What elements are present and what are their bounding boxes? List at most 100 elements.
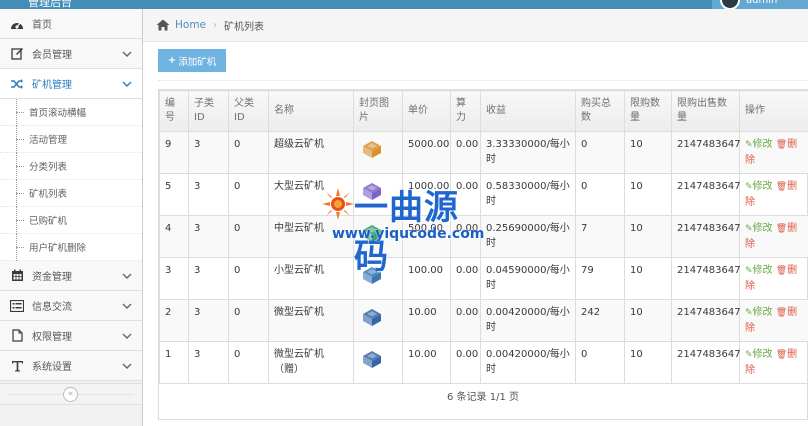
calendar-icon bbox=[10, 269, 24, 283]
column-header-limit[interactable]: 限购数量 bbox=[624, 90, 672, 132]
column-header-power[interactable]: 算力 bbox=[450, 90, 481, 132]
sidebar-item-home[interactable]: 首页 bbox=[0, 9, 142, 39]
sidebar: 首页 会员管理 矿机管理 首页滚动横幅 活动管理 分类列表 矿机列表 已购矿机 … bbox=[0, 9, 143, 426]
sidebar-item-settings[interactable]: 系统设置 bbox=[0, 351, 142, 381]
miner-table: 编号 子类ID 父类ID 名称 封页图片 单价 算力 收益 购买总数 限购数量 … bbox=[159, 90, 808, 384]
cover-image-cell bbox=[353, 131, 403, 174]
home-icon bbox=[156, 19, 170, 31]
cell-name: 大型云矿机 bbox=[268, 173, 354, 216]
column-header-id[interactable]: 编号 bbox=[159, 90, 189, 132]
trash-icon: 🗑 bbox=[775, 140, 788, 150]
cell-limit-sell: 2147483647 bbox=[671, 215, 741, 258]
sidebar-item-label: 权限管理 bbox=[32, 332, 72, 343]
column-header-price[interactable]: 单价 bbox=[402, 90, 451, 132]
file-icon bbox=[10, 329, 24, 343]
sidebar-item-label: 会员管理 bbox=[32, 50, 72, 61]
cell-limit-sell: 2147483647 bbox=[671, 257, 741, 300]
collapse-sidebar-button[interactable]: « bbox=[63, 387, 78, 402]
actions-cell: ✎修改 🗑删除 bbox=[739, 341, 808, 384]
sidebar-item-label: 信息交流 bbox=[32, 302, 72, 313]
text-icon bbox=[10, 359, 24, 373]
breadcrumb-current: 矿机列表 bbox=[224, 21, 265, 33]
cell-id: 9 bbox=[159, 131, 189, 174]
submenu-item-activity[interactable]: 活动管理 bbox=[0, 126, 142, 153]
chevron-down-icon bbox=[122, 363, 132, 369]
submenu-item-purchased[interactable]: 已购矿机 bbox=[0, 207, 142, 234]
submenu-item-label: 分类列表 bbox=[29, 162, 68, 173]
table-row: 3 3 0 小型云矿机 100.00 0.00 0.04590000/每小时 79 10 2147… bbox=[159, 257, 808, 300]
sidebar-item-funds[interactable]: 资金管理 bbox=[0, 261, 142, 291]
cell-income: 0.04590000/每小时 bbox=[480, 257, 576, 300]
cover-image-cell bbox=[353, 173, 403, 216]
cell-limit: 10 bbox=[624, 131, 672, 174]
column-header-parent-id[interactable]: 父类ID bbox=[228, 90, 269, 132]
cover-image-cell bbox=[353, 257, 403, 300]
cell-id: 2 bbox=[159, 299, 189, 342]
cell-power: 0.00 bbox=[450, 215, 481, 258]
cell-total: 0 bbox=[575, 341, 625, 384]
cell-limit-sell: 2147483647 bbox=[671, 131, 741, 174]
sidebar-item-permissions[interactable]: 权限管理 bbox=[0, 321, 142, 351]
cell-total: 0 bbox=[575, 131, 625, 174]
submenu-item-delete-user-miner[interactable]: 用户矿机删除 bbox=[0, 234, 142, 261]
sidebar-item-label: 系统设置 bbox=[32, 362, 72, 373]
submenu-item-label: 用户矿机删除 bbox=[29, 243, 87, 254]
cell-name: 小型云矿机 bbox=[268, 257, 354, 300]
cell-sub-id: 3 bbox=[188, 299, 229, 342]
cell-sub-id: 3 bbox=[188, 257, 229, 300]
user-name[interactable]: admin bbox=[746, 0, 777, 6]
column-header-limit-sell[interactable]: 限购出售数量 bbox=[671, 90, 740, 132]
submenu-item-banner[interactable]: 首页滚动横幅 bbox=[0, 99, 142, 126]
cell-parent-id: 0 bbox=[228, 341, 269, 384]
edit-button[interactable]: ✎修改 bbox=[745, 349, 773, 360]
breadcrumb-home-link[interactable]: Home bbox=[175, 19, 206, 31]
cell-limit: 10 bbox=[624, 257, 672, 300]
sidebar-item-members[interactable]: 会员管理 bbox=[0, 39, 142, 69]
submenu-item-categories[interactable]: 分类列表 bbox=[0, 153, 142, 180]
add-miner-button[interactable]: + 添加矿机 bbox=[158, 49, 226, 72]
pencil-icon: ✎ bbox=[745, 308, 753, 318]
table-row: 1 3 0 微型云矿机（赠） 10.00 0.00 0.00420000/每小时 0 10 214… bbox=[159, 341, 808, 384]
submenu-item-label: 首页滚动横幅 bbox=[29, 108, 87, 119]
user-menu[interactable]: admin bbox=[712, 0, 808, 10]
submenu-item-label: 活动管理 bbox=[29, 135, 68, 146]
edit-button[interactable]: ✎修改 bbox=[745, 139, 773, 150]
edit-label: 修改 bbox=[752, 265, 773, 276]
edit-label: 修改 bbox=[752, 223, 773, 234]
sidebar-item-miners[interactable]: 矿机管理 bbox=[0, 69, 142, 99]
table-row: 5 3 0 大型云矿机 1000.00 0.00 0.58330000/每小时 0 10 2147… bbox=[159, 173, 808, 216]
miner-table-panel: 编号 子类ID 父类ID 名称 封页图片 单价 算力 收益 购买总数 限购数量 … bbox=[158, 89, 808, 420]
chevron-right-icon: › bbox=[213, 19, 218, 31]
cell-power: 0.00 bbox=[450, 131, 481, 174]
miner-cover-image bbox=[363, 141, 381, 158]
cover-image-cell bbox=[353, 341, 403, 384]
column-header-cover[interactable]: 封页图片 bbox=[353, 90, 403, 132]
plus-icon: + bbox=[167, 55, 177, 66]
cell-id: 4 bbox=[159, 215, 189, 258]
edit-button[interactable]: ✎修改 bbox=[745, 223, 773, 234]
column-header-income[interactable]: 收益 bbox=[480, 90, 576, 132]
pagination-info: 6 条记录 1/1 页 bbox=[447, 392, 519, 403]
cell-price: 1000.00 bbox=[402, 173, 451, 216]
cell-income: 0.00420000/每小时 bbox=[480, 299, 576, 342]
edit-button[interactable]: ✎修改 bbox=[745, 265, 773, 276]
sidebar-collapse-bar: « bbox=[0, 383, 142, 405]
edit-button[interactable]: ✎修改 bbox=[745, 307, 773, 318]
submenu-item-miner-list[interactable]: 矿机列表 bbox=[0, 180, 142, 207]
trash-icon: 🗑 bbox=[775, 224, 788, 234]
cell-name: 中型云矿机 bbox=[268, 215, 354, 258]
column-header-sub-id[interactable]: 子类ID bbox=[188, 90, 229, 132]
column-header-actions: 操作 bbox=[739, 90, 808, 132]
table-row: 2 3 0 微型云矿机 10.00 0.00 0.00420000/每小时 242 10 2147… bbox=[159, 299, 808, 342]
miner-cover-image bbox=[363, 183, 381, 200]
cell-sub-id: 3 bbox=[188, 173, 229, 216]
pencil-icon: ✎ bbox=[745, 266, 753, 276]
shuffle-icon bbox=[10, 77, 24, 91]
edit-button[interactable]: ✎修改 bbox=[745, 181, 773, 192]
cell-price: 10.00 bbox=[402, 299, 451, 342]
column-header-name[interactable]: 名称 bbox=[268, 90, 354, 132]
cell-sub-id: 3 bbox=[188, 215, 229, 258]
sidebar-item-messages[interactable]: 信息交流 bbox=[0, 291, 142, 321]
miner-cover-image bbox=[363, 309, 381, 326]
column-header-total[interactable]: 购买总数 bbox=[575, 90, 625, 132]
